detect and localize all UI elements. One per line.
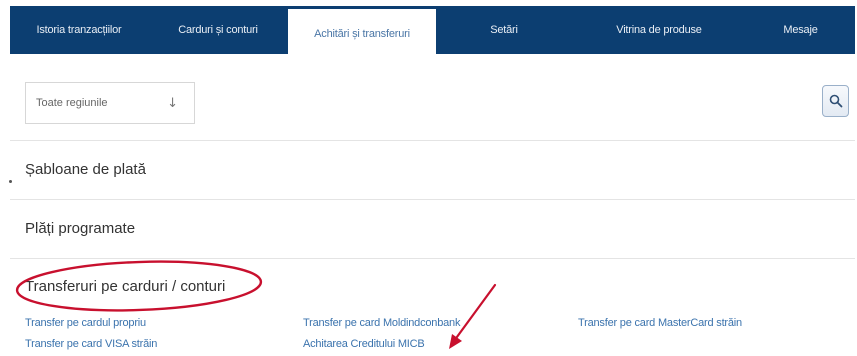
tab-label: Vitrina de produse [616,24,702,36]
divider [10,199,855,200]
main-nav: Istoria tranzacțiilor Carduri și conturi… [10,6,855,58]
tab-payments-transfers[interactable]: Achitări și transferuri [288,6,436,58]
search-icon [829,94,842,108]
divider [10,258,855,259]
region-dropdown[interactable]: Toate regiunile ↓ [25,82,195,124]
link-micb-credit-payment[interactable]: Achitarea Creditului MICB [303,338,425,350]
link-visa-foreign-transfer[interactable]: Transfer pe card VISA străin [25,338,157,350]
region-dropdown-value: Toate regiunile [36,97,108,109]
section-payment-templates[interactable]: Șabloane de plată [25,161,146,178]
tab-product-showcase[interactable]: Vitrina de produse [572,6,746,54]
section-card-transfers[interactable]: Transferuri pe carduri / conturi [25,278,225,295]
tab-label: Istoria tranzacțiilor [36,24,122,36]
link-own-card-transfer[interactable]: Transfer pe cardul propriu [25,317,146,329]
tab-label: Setări [490,24,518,36]
tab-transaction-history[interactable]: Istoria tranzacțiilor [10,6,148,54]
tab-label: Mesaje [783,24,818,36]
tab-label: Achitări și transferuri [314,27,410,40]
arrow-down-icon: ↓ [167,96,178,111]
page: Istoria tranzacțiilor Carduri și conturi… [0,0,857,356]
link-moldindconbank-transfer[interactable]: Transfer pe card Moldindconbank [303,317,460,329]
search-button[interactable] [822,85,849,117]
link-mastercard-foreign-transfer[interactable]: Transfer pe card MasterCard străin [578,317,742,329]
tab-label: Carduri și conturi [178,24,258,36]
divider [10,140,855,141]
bullet-dot [9,180,12,183]
tab-messages[interactable]: Mesaje [746,6,855,54]
tab-cards-accounts[interactable]: Carduri și conturi [148,6,288,54]
section-scheduled-payments[interactable]: Plăți programate [25,220,135,237]
tab-settings[interactable]: Setări [436,6,572,54]
